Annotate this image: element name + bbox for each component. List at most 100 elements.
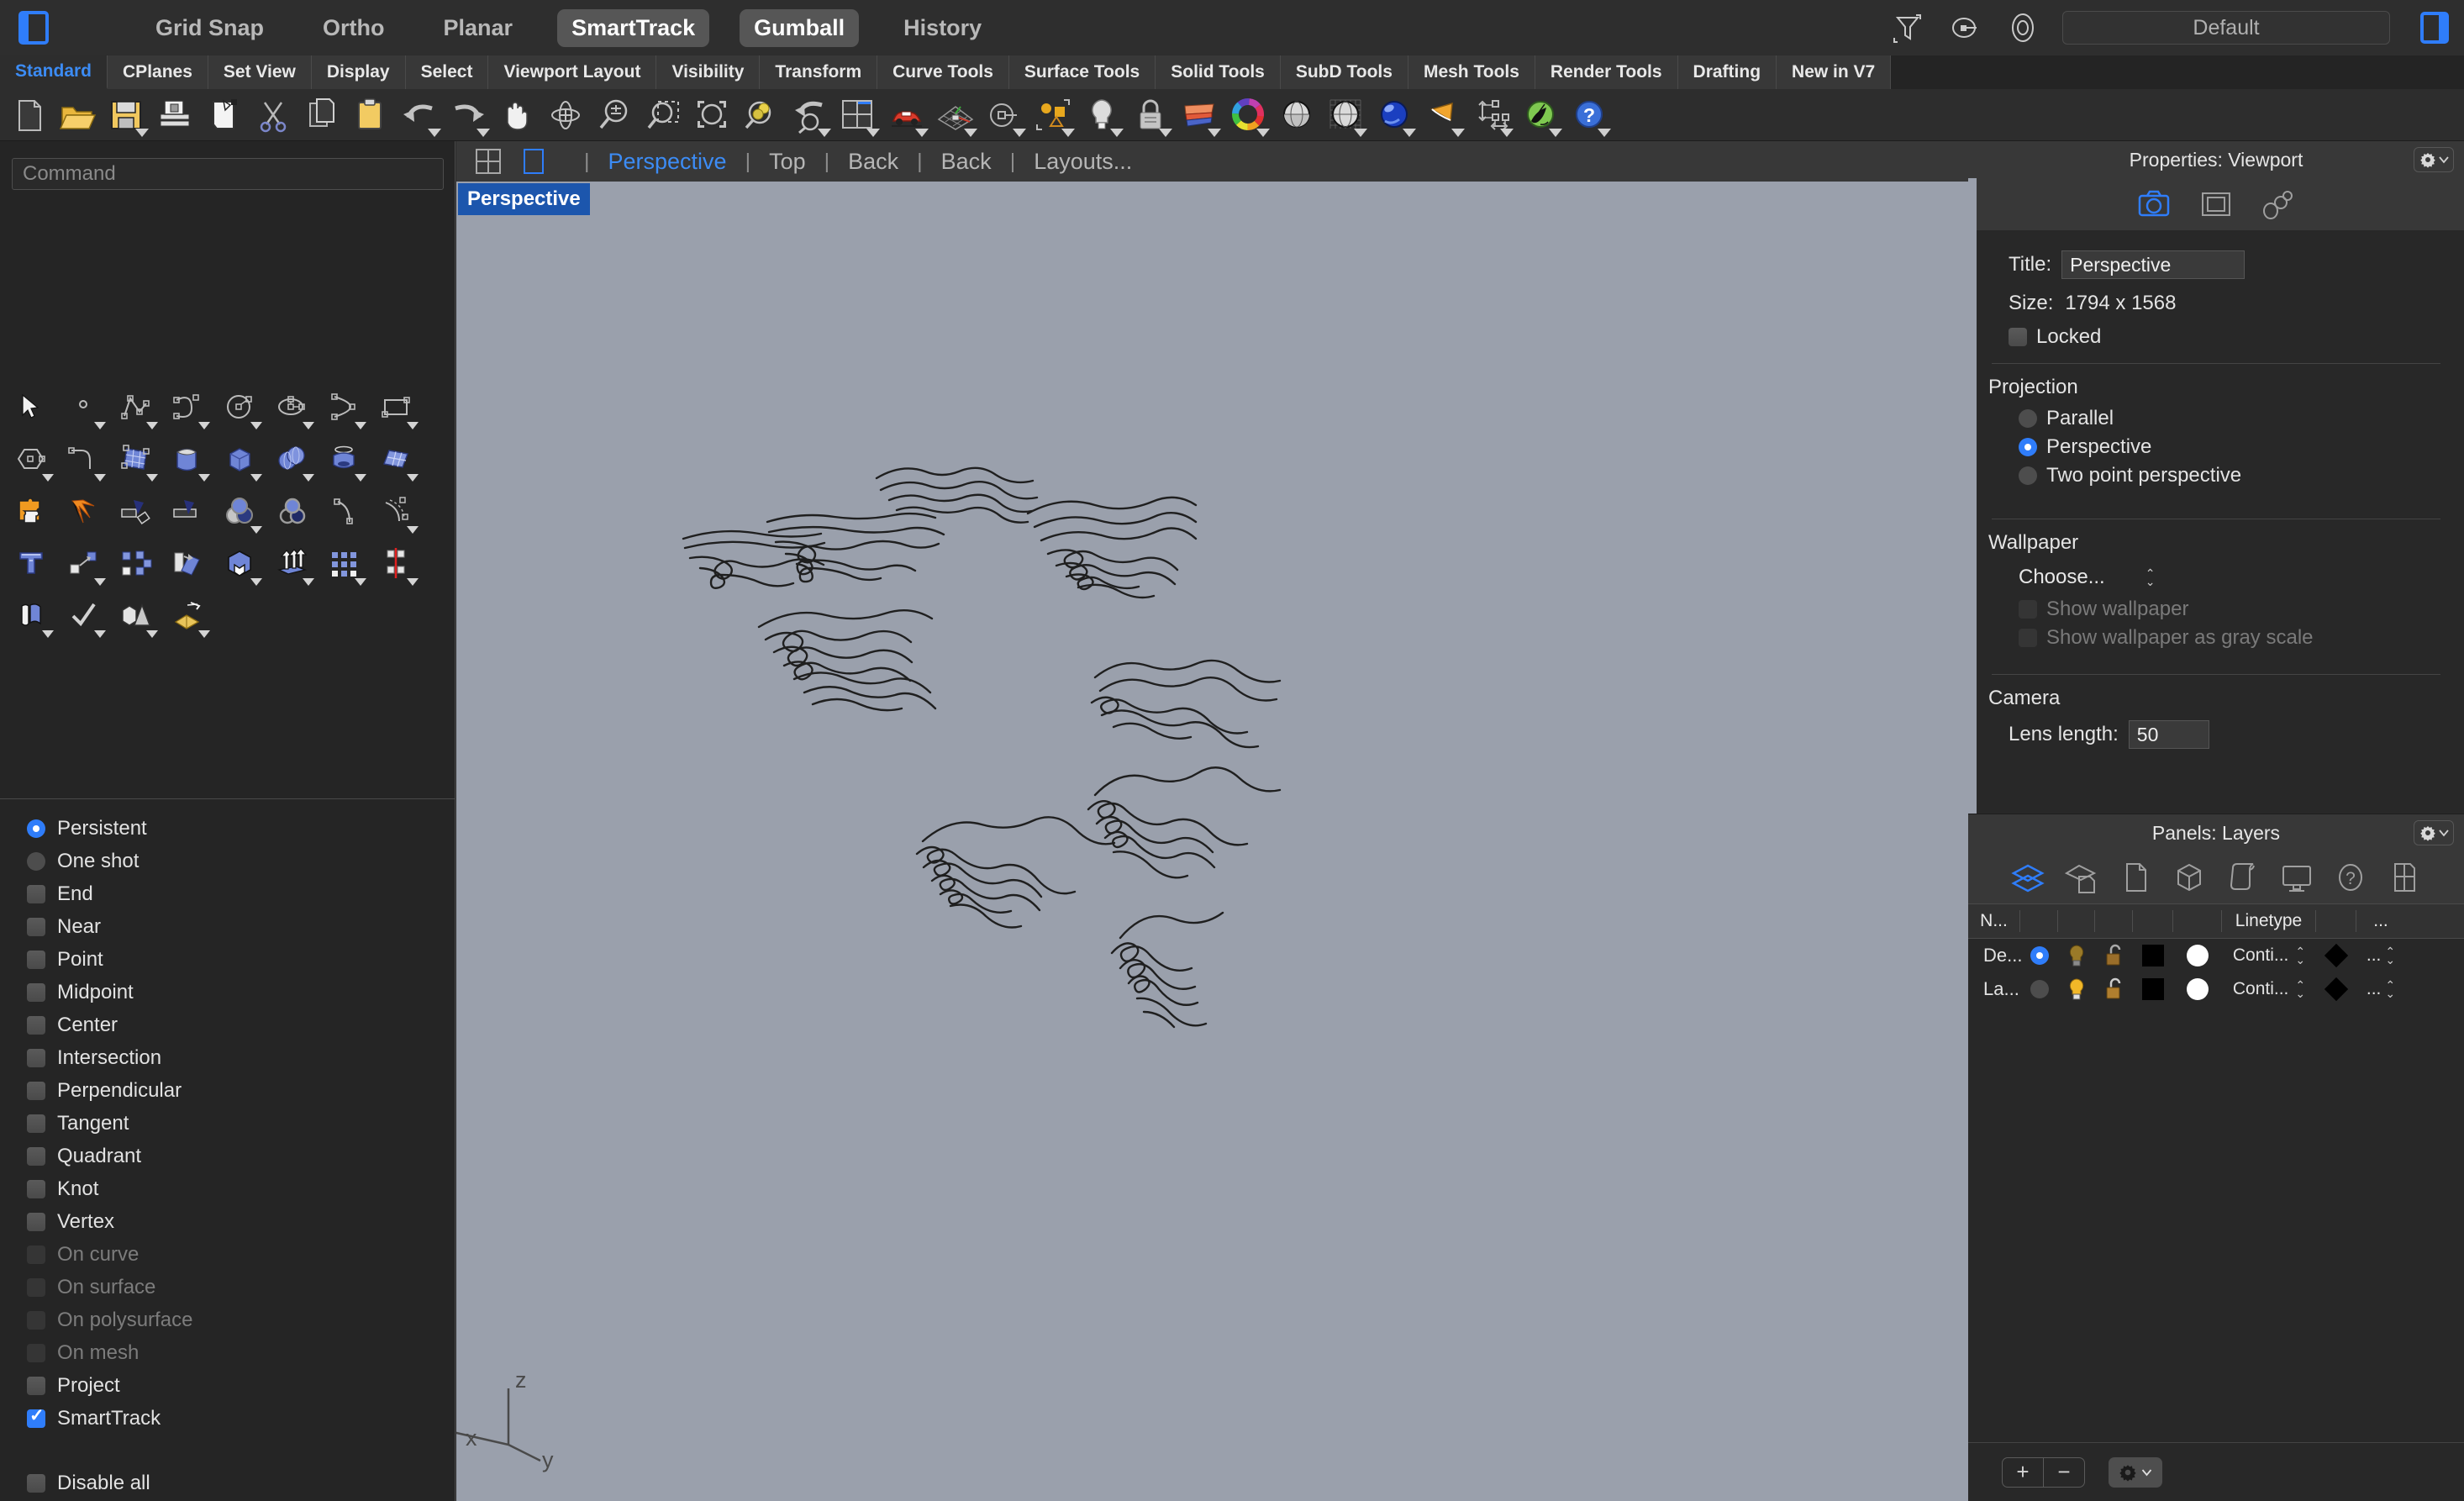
named-view-car-icon[interactable] [886,94,929,137]
layer-current-radio-0[interactable] [2030,946,2049,965]
lock-icon[interactable] [1129,94,1172,137]
tool-boolean-box-icon[interactable] [213,537,266,589]
tool-ellipse-icon[interactable] [266,381,318,433]
layers-col-visible[interactable] [2058,910,2095,932]
render-grasshopper-icon[interactable] [1519,94,1562,137]
right-panel-scrollbar[interactable] [1968,141,1977,814]
tab-select[interactable]: Select [405,55,489,89]
tool-curve-icon[interactable] [161,381,213,433]
osnap-item-tangent[interactable]: Tangent [27,1107,447,1140]
tool-split-icon[interactable] [161,485,213,537]
zoom-window-icon[interactable] [642,94,684,136]
layers-toolbar-icon[interactable] [1178,94,1221,137]
tool-box-icon[interactable] [213,433,266,485]
layers-icon[interactable] [2010,860,2045,895]
tool-array-icon[interactable] [109,537,161,589]
tab-visibility[interactable]: Visibility [656,55,761,89]
table-row[interactable]: La... Conti... ⌃ ⌄ ... ⌃ ⌄ [1968,972,2464,1006]
checkbox-knot[interactable] [27,1179,45,1198]
display-icon[interactable] [2279,860,2314,895]
named-position-icon[interactable] [1948,10,1983,45]
save-all-icon[interactable] [155,94,197,136]
osnap-item-point[interactable]: Point [27,943,447,976]
tool-boolean-union-icon[interactable] [213,485,266,537]
projection-option-two-point[interactable]: Two point perspective [1968,461,2464,490]
checkbox-tangent[interactable] [27,1114,45,1133]
cube-icon[interactable] [2172,860,2207,895]
tab-render-tools[interactable]: Render Tools [1535,55,1678,89]
tool-circle-icon[interactable] [213,381,266,433]
osnap-item-smarttrack[interactable]: SmartTrack [27,1402,447,1435]
wallpaper-choose-row[interactable]: Choose... ⌃ ⌄ [1968,560,2464,595]
viewport-tab-back-1[interactable]: Back [848,149,898,175]
tool-extrude-surface-icon[interactable] [161,433,213,485]
layers-col-lock[interactable] [2095,910,2133,932]
default-layout-field[interactable]: Default [2062,11,2390,45]
tool-text-icon[interactable] [5,537,57,589]
tool-plugin-puzzle-icon[interactable] [5,485,57,537]
command-input[interactable]: Command [12,158,444,190]
tool-surface-from-curves-icon[interactable] [109,433,161,485]
lightbulb-icon[interactable] [2066,977,2088,1002]
tool-boolean-difference-icon[interactable] [266,485,318,537]
tool-arc-icon[interactable] [318,381,370,433]
zoom-selected-icon[interactable] [740,94,782,136]
color-wheel-icon[interactable] [1227,94,1270,137]
properties-options-button[interactable] [2414,147,2454,172]
layer-print-color-swatch-1[interactable] [2187,978,2209,1000]
checkbox-locked[interactable] [2009,328,2027,346]
tab-set-view[interactable]: Set View [208,55,312,89]
tool-check-icon[interactable] [57,589,109,641]
redo-icon[interactable] [447,94,490,137]
tool-offset-curve-icon[interactable] [370,485,422,537]
viewport-tab-perspective[interactable]: Perspective [608,149,727,175]
tool-extrude-up-icon[interactable] [266,537,318,589]
tool-surface-mesh-icon[interactable] [370,433,422,485]
tab-surface-tools[interactable]: Surface Tools [1008,55,1156,89]
layer-color-swatch-1[interactable] [2142,978,2164,1000]
light-icon[interactable] [1081,94,1124,137]
single-view-layout-icon[interactable] [520,147,547,176]
tool-polygon-icon[interactable] [5,433,57,485]
tool-mesh-primitive-icon[interactable] [109,589,161,641]
remove-layer-button[interactable]: − [2044,1458,2084,1487]
projection-option-perspective[interactable]: Perspective [1968,433,2464,461]
lightbulb-icon[interactable] [2066,943,2088,968]
tool-move-icon[interactable] [57,537,109,589]
tool-polyline-icon[interactable] [109,381,161,433]
layout-icon[interactable] [2387,860,2422,895]
mode-ortho[interactable]: Ortho [308,9,399,47]
layers-col-current[interactable] [2020,910,2058,932]
mode-planar[interactable]: Planar [429,9,528,47]
set-cplane-origin-icon[interactable] [983,94,1026,137]
open-file-icon[interactable] [57,94,99,136]
mode-history[interactable]: History [889,9,996,47]
osnap-mode-one-shot[interactable]: One shot [27,845,447,877]
viewport-title-input[interactable]: Perspective [2061,250,2246,279]
copy-icon[interactable] [301,94,343,136]
checkbox-end[interactable] [27,884,45,903]
osnap-mode-persistent[interactable]: Persistent [27,812,447,845]
viewport-locked-row[interactable]: Locked [1968,323,2464,351]
osnap-disable-all[interactable]: Disable all [27,1467,447,1499]
chain-icon[interactable] [2261,187,2296,222]
tool-sphere-icon[interactable] [266,433,318,485]
dimension-icon[interactable] [1471,94,1514,137]
checkbox-disable-all[interactable] [27,1473,45,1493]
mode-gumball[interactable]: Gumball [740,8,860,47]
tool-fillet-icon[interactable] [57,433,109,485]
layer-linetype-1[interactable]: Conti... [2233,979,2289,999]
checkbox-vertex[interactable] [27,1212,45,1231]
new-file-icon[interactable] [8,94,50,136]
tab-curve-tools[interactable]: Curve Tools [877,55,1009,89]
tool-render-material-icon[interactable] [161,589,213,641]
osnap-item-perpendicular[interactable]: Perpendicular [27,1074,447,1107]
checkbox-midpoint[interactable] [27,982,45,1002]
layers-options-button[interactable] [2414,820,2454,845]
viewport-tab-top[interactable]: Top [769,149,806,175]
help-icon[interactable]: ? [2333,860,2368,895]
layers-col-material[interactable]: ... [2356,910,2405,932]
osnap-item-center[interactable]: Center [27,1009,447,1041]
export-icon[interactable] [203,94,245,136]
checkbox-smarttrack[interactable] [27,1405,45,1428]
